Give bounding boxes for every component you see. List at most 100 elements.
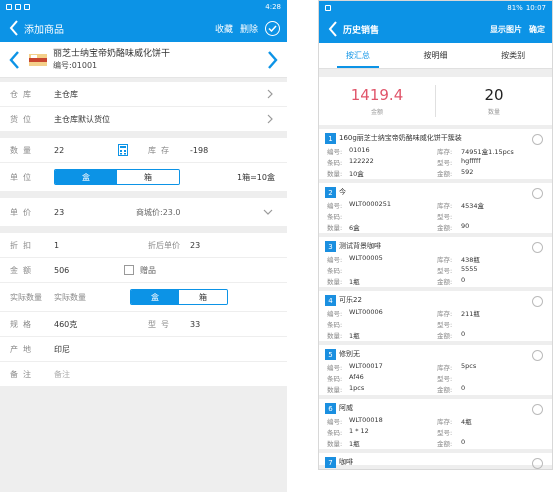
item-select-radio[interactable] bbox=[532, 404, 543, 415]
list-item[interactable]: 1 160g丽芝士纳宝帝奶酪味威化饼干簇装 编号: 01016 库存: 74951盒1.1… bbox=[319, 129, 552, 183]
item-code-label: 编号: bbox=[327, 364, 343, 372]
model-value[interactable]: 33 bbox=[190, 320, 200, 329]
item-amount-label: 金额: bbox=[437, 278, 453, 286]
item-stock-label: 库存: bbox=[437, 418, 453, 426]
delete-button[interactable]: 删除 bbox=[240, 22, 258, 35]
item-barcode-value: 1 * 12 bbox=[349, 427, 369, 435]
warehouse-row[interactable]: 仓库 主仓库 bbox=[0, 82, 287, 107]
unit-segmented: 盒 箱 bbox=[54, 169, 180, 185]
show-image-button[interactable]: 显示图片 bbox=[490, 24, 522, 35]
add-product-screen: 4:28 添加商品 收藏 删除 丽芝士纳宝帝奶酪味威化饼干 编号:01001 仓 bbox=[0, 0, 287, 492]
item-qty-label: 数量: bbox=[327, 440, 343, 448]
actual-qty-row: 实际数量 实际数量 盒 箱 bbox=[0, 283, 287, 312]
total-count: 20 bbox=[484, 86, 504, 104]
stock-label: 库存 bbox=[148, 145, 174, 155]
list-item[interactable]: 5 修别无 编号: WLT00017 库存: 5pcs 条码: Af46 型号: 数量: 1pcs 金… bbox=[319, 345, 552, 399]
mall-price-hint: 商城价:23.0 bbox=[136, 207, 181, 217]
notification-icon bbox=[24, 4, 30, 10]
item-model-label: 型号: bbox=[437, 159, 453, 167]
gift-checkbox[interactable] bbox=[124, 265, 134, 275]
item-number-badge: 3 bbox=[325, 241, 336, 252]
item-select-radio[interactable] bbox=[532, 242, 543, 253]
title-bar: 历史销售 显示图片 确定 bbox=[319, 15, 552, 43]
back-icon[interactable] bbox=[325, 15, 341, 43]
location-value: 主仓库默认货位 bbox=[54, 114, 110, 124]
chevron-right-icon[interactable] bbox=[259, 42, 287, 78]
origin-value[interactable]: 印尼 bbox=[54, 344, 70, 355]
origin-label: 产地 bbox=[10, 344, 36, 354]
unit-option-box[interactable]: 盒 bbox=[55, 170, 117, 184]
page-title: 添加商品 bbox=[24, 24, 64, 36]
actual-qty-label-2: 实际数量 bbox=[54, 292, 86, 302]
item-model-label: 型号: bbox=[437, 213, 453, 221]
title-bar: 添加商品 收藏 删除 bbox=[0, 14, 287, 42]
item-name: 修别无 bbox=[339, 350, 360, 358]
list-item[interactable]: 6 阿威 编号: WLT00018 库存: 4瓶 条码: 1 * 12 型号: 数量: 1瓶 金额: 0 bbox=[319, 399, 552, 453]
item-qty-label: 数量: bbox=[327, 278, 343, 286]
item-select-radio[interactable] bbox=[532, 188, 543, 199]
item-name: 测试背景咖啡 bbox=[339, 242, 381, 250]
item-qty-value: 1瓶 bbox=[349, 440, 360, 448]
chevron-left-icon[interactable] bbox=[0, 42, 28, 78]
actual-unit-case[interactable]: 箱 bbox=[179, 290, 227, 304]
collect-button[interactable]: 收藏 bbox=[215, 22, 233, 35]
item-qty-value: 1pcs bbox=[349, 384, 365, 392]
tab-category[interactable]: 按类别 bbox=[474, 43, 552, 68]
actual-qty-label: 实际数量 bbox=[10, 292, 42, 302]
item-code-label: 编号: bbox=[327, 256, 343, 264]
unit-option-case[interactable]: 箱 bbox=[117, 170, 179, 184]
item-number-badge: 2 bbox=[325, 187, 336, 198]
list-item[interactable]: 4 可乐22 编号: WLT00006 库存: 211瓶 条码: 型号: 数量: 1瓶 金额: 0 bbox=[319, 291, 552, 345]
tab-bar: 按汇总 按明细 按类别 bbox=[319, 43, 552, 69]
item-number-badge: 1 bbox=[325, 133, 336, 144]
tab-summary[interactable]: 按汇总 bbox=[319, 43, 397, 68]
price-input[interactable]: 23 bbox=[54, 208, 64, 217]
back-icon[interactable] bbox=[6, 14, 22, 42]
remark-label: 备注 bbox=[10, 369, 36, 379]
tab-detail[interactable]: 按明细 bbox=[397, 43, 475, 68]
item-select-radio[interactable] bbox=[532, 296, 543, 307]
list-item[interactable]: 2 今编号: WLT0000251 库存: 4534盒 条码: 型号: 数量: 6盒 金额: 90 bbox=[319, 183, 552, 237]
status-time: 10:07 bbox=[525, 4, 546, 12]
list-item[interactable]: 7 咖啡 bbox=[319, 453, 552, 469]
discount-input[interactable]: 1 bbox=[54, 241, 59, 250]
battery-level: 81% bbox=[507, 4, 523, 12]
item-model-label: 型号: bbox=[437, 429, 453, 437]
location-row[interactable]: 货位 主仓库默认货位 bbox=[0, 107, 287, 132]
list-item[interactable]: 3 测试背景咖啡 编号: WLT00005 库存: 438瓶 条码: 型号: 5555 数量: 1瓶… bbox=[319, 237, 552, 291]
check-circle-icon[interactable] bbox=[265, 20, 280, 36]
item-amount-value: 0 bbox=[461, 330, 466, 338]
item-model-value: hgfffff bbox=[461, 157, 481, 165]
quantity-row: 数量 22 库存 -198 bbox=[0, 138, 287, 163]
calculator-icon[interactable] bbox=[118, 144, 128, 156]
item-stock-value: 211瓶 bbox=[461, 310, 480, 318]
item-select-radio[interactable] bbox=[532, 134, 543, 145]
spec-value[interactable]: 460克 bbox=[54, 319, 77, 330]
amount-label: 金额 bbox=[10, 265, 36, 275]
item-stock-label: 库存: bbox=[437, 202, 453, 210]
item-code-value: WLT00006 bbox=[349, 308, 383, 316]
spec-label: 规格 bbox=[10, 319, 36, 329]
quantity-input[interactable]: 22 bbox=[54, 146, 64, 155]
item-barcode-label: 条码: bbox=[327, 321, 343, 329]
item-code-label: 编号: bbox=[327, 148, 343, 156]
actual-unit-box[interactable]: 盒 bbox=[131, 290, 179, 304]
item-select-radio[interactable] bbox=[532, 350, 543, 361]
item-amount-label: 金额: bbox=[437, 224, 453, 232]
confirm-button[interactable]: 确定 bbox=[529, 24, 545, 35]
item-qty-value: 6盒 bbox=[349, 224, 360, 232]
item-code-value: WLT00017 bbox=[349, 362, 383, 370]
chevron-down-icon[interactable] bbox=[263, 209, 273, 215]
history-list: 1 160g丽芝士纳宝帝奶酪味威化饼干簇装 编号: 01016 库存: 74951盒1.1… bbox=[319, 129, 552, 469]
amount-input[interactable]: 506 bbox=[54, 266, 69, 275]
wifi-icon bbox=[15, 4, 21, 10]
signal-icon bbox=[6, 4, 12, 10]
item-qty-label: 数量: bbox=[327, 224, 343, 232]
remark-input[interactable]: 备注 bbox=[54, 369, 70, 380]
item-select-radio[interactable] bbox=[532, 458, 543, 469]
spec-row: 规格 460克 型号 33 bbox=[0, 312, 287, 337]
item-amount-value: 90 bbox=[461, 222, 470, 230]
actual-unit-segmented: 盒 箱 bbox=[130, 289, 228, 305]
item-amount-value: 0 bbox=[461, 438, 466, 446]
item-amount-value: 0 bbox=[461, 384, 466, 392]
